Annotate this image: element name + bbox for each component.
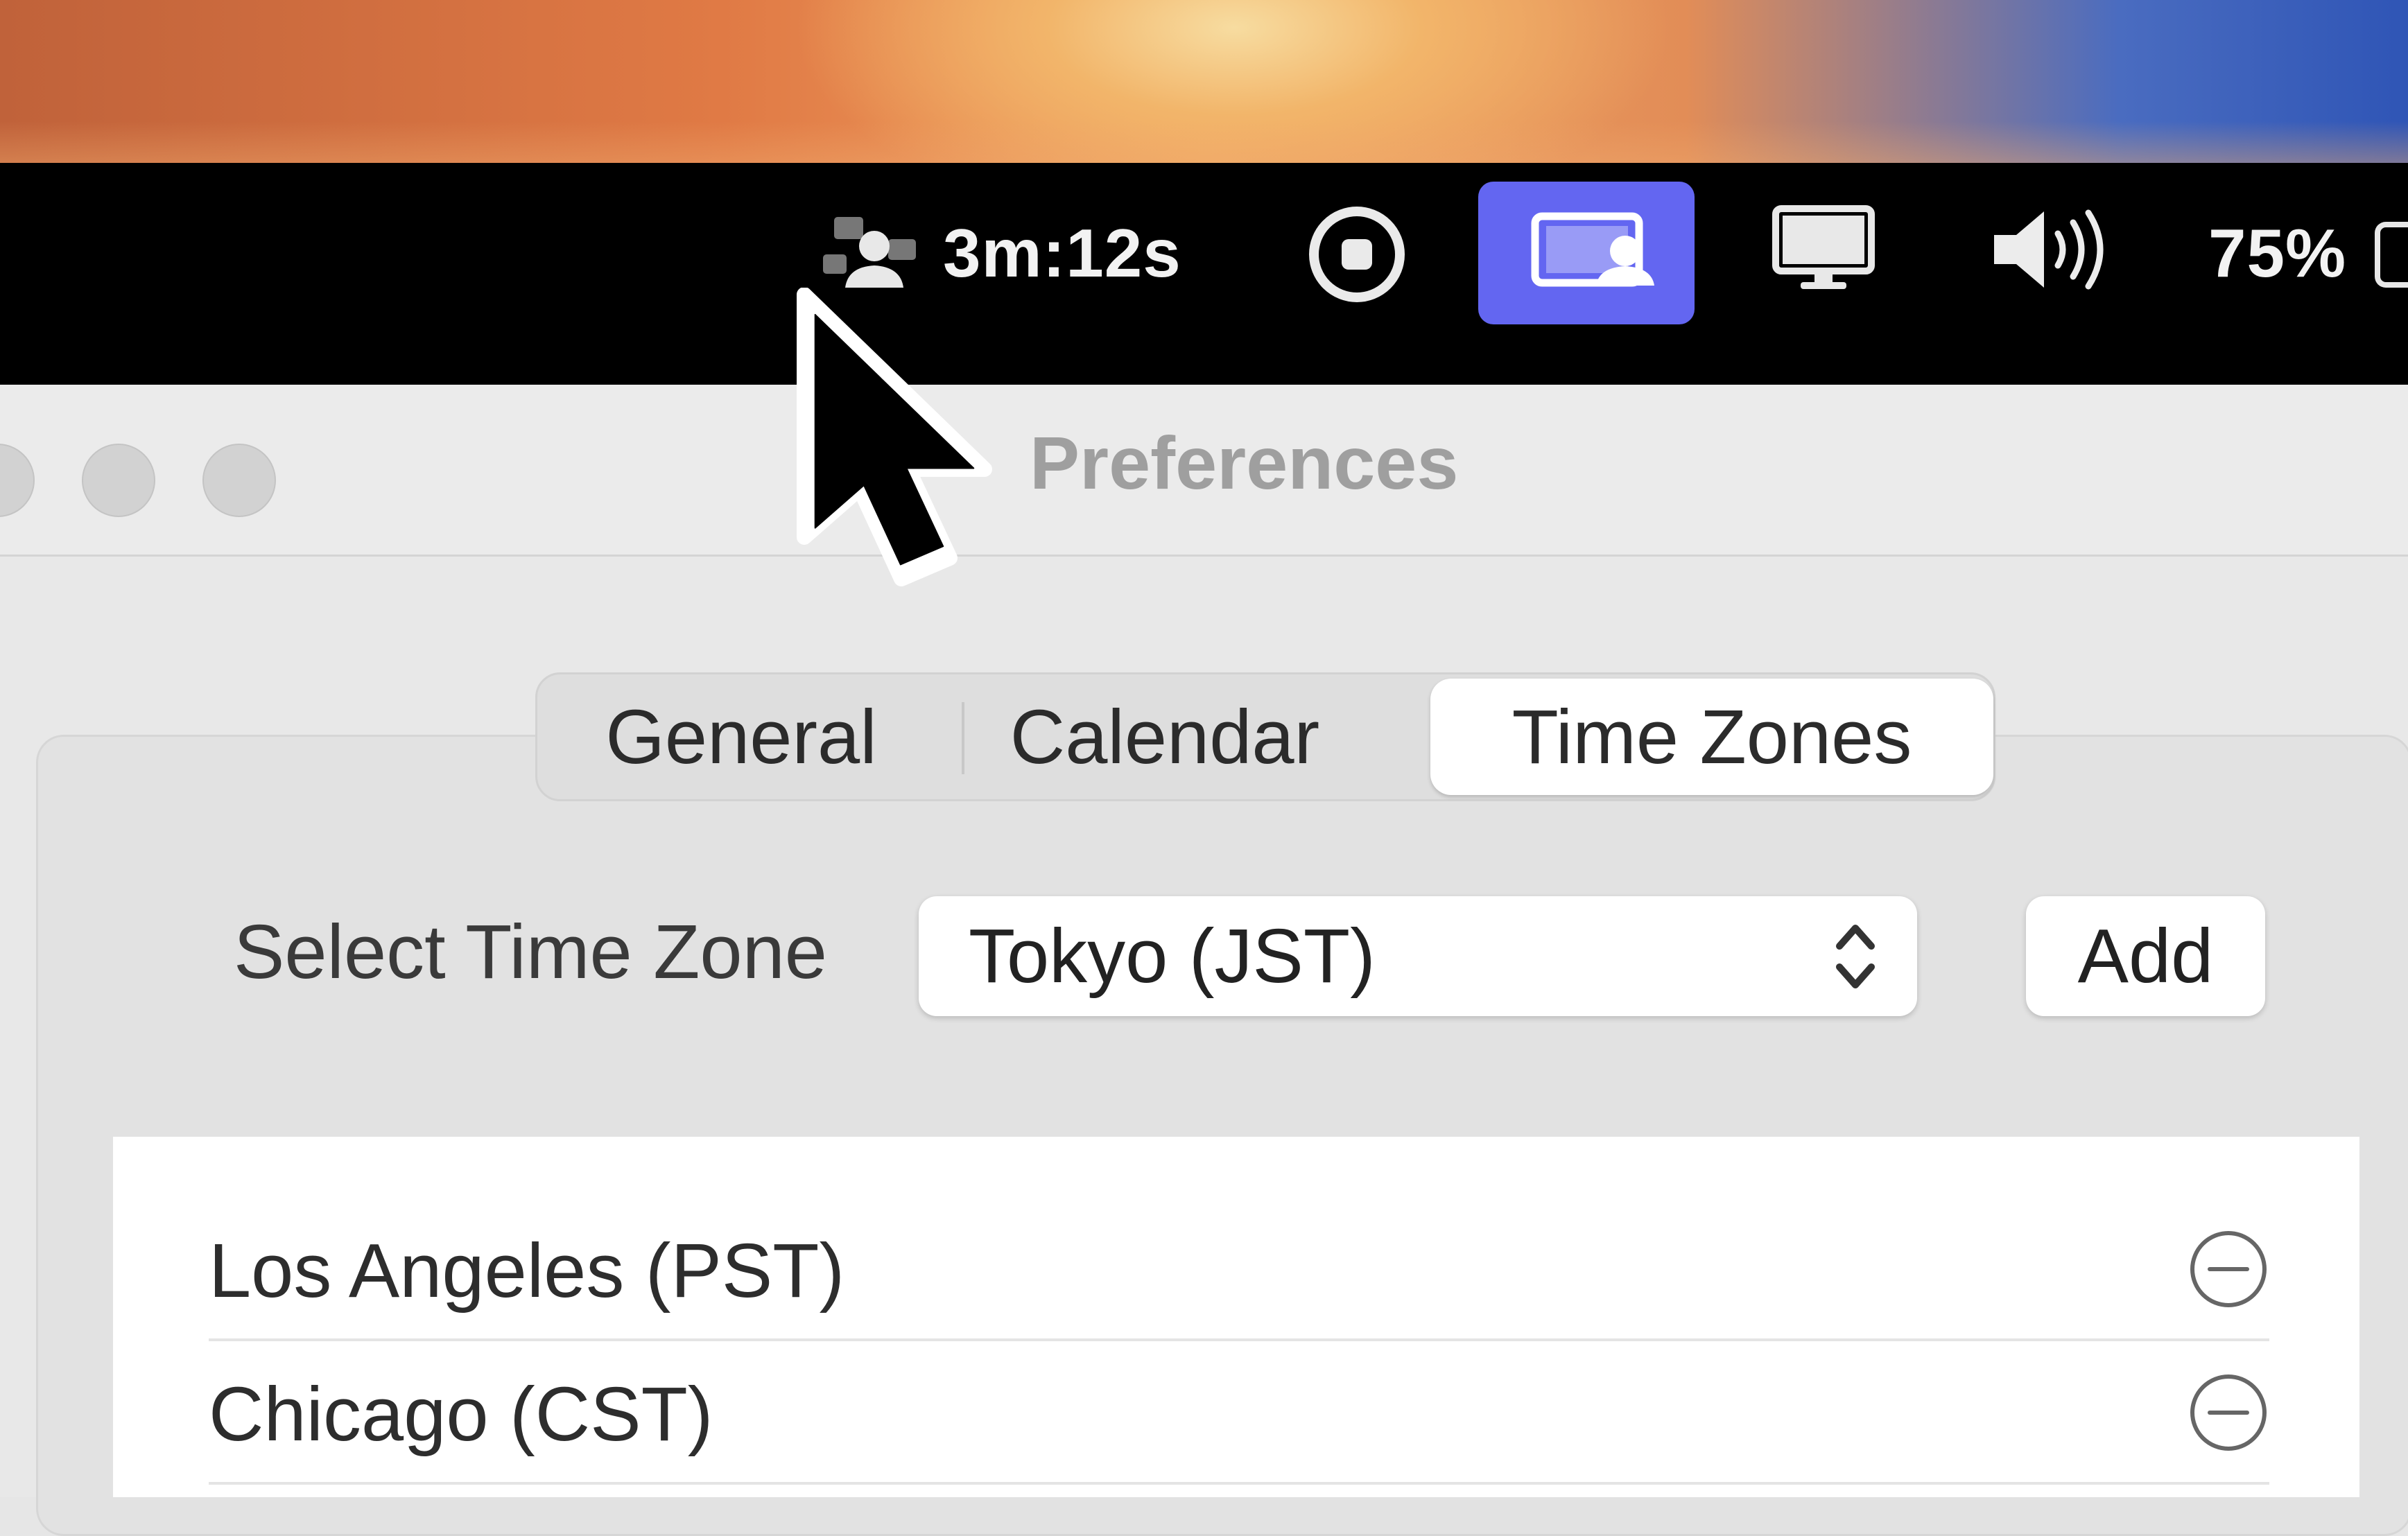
zoom-window-button[interactable] <box>202 444 276 517</box>
window-titlebar: Preferences <box>0 385 2408 557</box>
close-window-button[interactable] <box>0 444 35 517</box>
time-zone-name: Los Angeles (PST) <box>209 1228 845 1314</box>
tab-calendar[interactable]: Calendar <box>981 674 1349 799</box>
tab-general-label: General <box>605 694 877 780</box>
select-time-zone-label: Select Time Zone <box>234 909 827 995</box>
desktop-wallpaper <box>0 0 2408 163</box>
chevron-up-down-icon <box>1836 925 1875 988</box>
row-divider <box>209 1338 2269 1341</box>
time-zone-select[interactable]: Tokyo (JST) <box>919 896 1917 1016</box>
tab-separator <box>962 702 964 774</box>
session-timer: 3m:12s <box>943 214 1181 291</box>
time-zone-list: Los Angeles (PST) Chicago (CST) <box>113 1137 2359 1497</box>
screen-share-participants-icon[interactable] <box>822 211 924 295</box>
tab-time-zones[interactable]: Time Zones <box>1430 679 1993 795</box>
menu-bar: 3m:12s 75% <box>0 163 2408 385</box>
tab-bar: General Calendar Time Zones <box>535 672 1995 801</box>
stop-recording-icon[interactable] <box>1307 204 1407 304</box>
display-icon[interactable] <box>1772 204 1876 295</box>
time-zone-name: Chicago (CST) <box>209 1372 713 1457</box>
mouse-pointer-icon <box>797 288 992 586</box>
list-item: Chicago (CST) <box>209 1343 2269 1485</box>
tab-time-zones-label: Time Zones <box>1512 694 1912 780</box>
time-zone-select-value: Tokyo (JST) <box>969 914 1376 999</box>
row-divider <box>209 1482 2269 1485</box>
add-time-zone-button[interactable]: Add <box>2026 896 2265 1016</box>
battery-percentage: 75% <box>2208 214 2347 291</box>
list-item: Los Angeles (PST) <box>209 1199 2269 1341</box>
minimize-window-button[interactable] <box>82 444 155 517</box>
volume-icon[interactable] <box>1989 204 2113 295</box>
screen-share-button[interactable] <box>1478 182 1695 324</box>
window-title: Preferences <box>1030 421 1459 505</box>
tab-general[interactable]: General <box>554 674 928 799</box>
screen-share-icon <box>1531 212 1654 287</box>
preferences-window: Preferences General Calendar Time Zones … <box>0 385 2408 1536</box>
tab-calendar-label: Calendar <box>1010 694 1320 780</box>
remove-circle-icon[interactable] <box>2188 1372 2269 1454</box>
battery-icon[interactable] <box>2375 222 2408 288</box>
remove-circle-icon[interactable] <box>2188 1228 2269 1310</box>
